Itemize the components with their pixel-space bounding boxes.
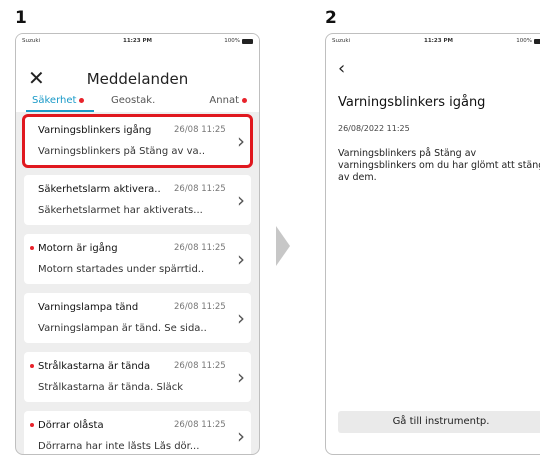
alert-dot-icon [242, 97, 247, 103]
message-title: Strålkastarna är tända [30, 361, 151, 372]
go-to-instrument-button[interactable]: Gå till instrumentp. [338, 411, 540, 433]
battery-percent: 100% [224, 38, 240, 44]
chevron-right-icon: › [237, 306, 245, 330]
tab-sakerhet[interactable]: Säkerhet [32, 95, 85, 106]
tab-annat[interactable]: Annat [209, 95, 247, 106]
message-preview: Säkerhetslarmet har aktiverats... [38, 205, 203, 216]
tab-label: Geostak. [111, 95, 156, 106]
message-title-text: Strålkastarna är tända [38, 361, 151, 372]
message-preview: Motorn startades under spärrtid.. [38, 264, 205, 275]
message-preview: Varningsblinkers på Stäng av va.. [38, 146, 206, 157]
chevron-right-icon: › [237, 424, 245, 448]
message-preview: Strålkastarna är tända. Släck [38, 382, 184, 393]
active-tab-indicator [26, 110, 94, 112]
tab-bar: Säkerhet Geostak. Annat [16, 92, 259, 112]
unread-dot-icon [30, 364, 34, 368]
message-title-text: Motorn är igång [38, 243, 118, 254]
message-title-text: Varningsblinkers igång [38, 125, 152, 136]
phone-screen-messages: Suzuki 11:23 PM 100% ✕ Meddelanden Säker… [15, 33, 260, 455]
tab-geostak[interactable]: Geostak. [111, 95, 155, 106]
message-title-text: Varningslampa tänd [38, 302, 139, 313]
battery-indicator: 100% [224, 38, 253, 44]
back-arrow-icon[interactable]: ‹ [338, 58, 345, 79]
chevron-right-icon: › [237, 247, 245, 271]
message-title: Varningslampa tänd [38, 302, 138, 313]
messages-header: ✕ Meddelanden Säkerhet Geostak. Annat [16, 48, 259, 112]
message-date: 26/08 11:25 [174, 125, 226, 135]
chevron-right-icon: › [237, 365, 245, 389]
page-title: Meddelanden [86, 70, 189, 88]
status-time: 11:23 PM [424, 38, 453, 44]
battery-percent: 100% [516, 38, 532, 44]
message-card[interactable]: Säkerhetslarm aktivera.. 26/08 11:25 Säker… [24, 175, 251, 225]
message-title: Varningsblinkers igång [338, 95, 486, 110]
message-card[interactable]: Varningslampa tänd 26/08 11:25 Varningslam… [24, 293, 251, 343]
step-arrow-icon [276, 226, 290, 266]
tab-label: Annat [209, 95, 239, 106]
battery-indicator: 100% [516, 38, 540, 44]
message-card[interactable]: Motorn är igång 26/08 11:25 Motorn startad… [24, 234, 251, 284]
message-date: 26/08 11:25 [174, 420, 226, 430]
message-card[interactable]: Varningsblinkers igång 26/08 11:25 Varning… [22, 114, 253, 168]
status-time: 11:23 PM [123, 38, 152, 44]
message-title: Dörrar olåsta [30, 420, 104, 431]
chevron-right-icon: › [237, 129, 245, 153]
message-title: Motorn är igång [30, 243, 118, 254]
message-list: Varningsblinkers igång 26/08 11:25 Varning… [22, 114, 253, 454]
message-date: 26/08/2022 11:25 [338, 124, 410, 133]
unread-dot-icon [30, 246, 34, 250]
message-title: Varningsblinkers igång [38, 125, 151, 136]
battery-icon [242, 38, 253, 44]
message-date: 26/08 11:25 [174, 184, 226, 194]
message-preview: Varningslampan är tänd. Se sida.. [38, 323, 207, 334]
status-bar: Suzuki 11:23 PM 100% [326, 34, 540, 48]
message-card[interactable]: Strålkastarna är tända 26/08 11:25 Strålka… [24, 352, 251, 402]
step-number-2: 2 [325, 8, 337, 28]
chevron-right-icon: › [237, 188, 245, 212]
battery-icon [534, 38, 540, 44]
status-bar: Suzuki 11:23 PM 100% [16, 34, 259, 48]
alert-dot-icon [79, 97, 85, 103]
message-title-text: Dörrar olåsta [38, 420, 104, 431]
message-date: 26/08 11:25 [174, 361, 226, 371]
message-body: Varningsblinkers på Stäng av varningsbli… [338, 148, 540, 183]
unread-dot-icon [30, 423, 34, 427]
tab-label: Säkerhet [32, 95, 77, 106]
message-card[interactable]: Dörrar olåsta 26/08 11:25 Dörrarna har int… [24, 411, 251, 454]
message-date: 26/08 11:25 [174, 302, 226, 312]
message-preview: Dörrarna har inte låsts Lås dör... [38, 441, 200, 452]
step-number-1: 1 [15, 8, 27, 28]
message-title: Säkerhetslarm aktivera.. [38, 184, 161, 195]
phone-screen-message-detail: Suzuki 11:23 PM 100% ‹ Varningsblinkers … [325, 33, 540, 455]
message-title-text: Säkerhetslarm aktivera.. [38, 184, 161, 195]
message-date: 26/08 11:25 [174, 243, 226, 253]
